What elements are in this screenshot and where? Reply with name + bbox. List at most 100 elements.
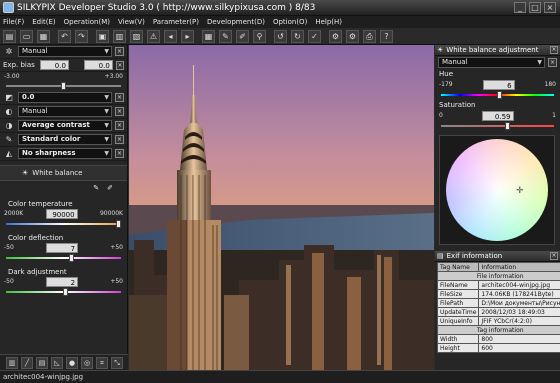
gray-picker-icon[interactable]: ✐ [236,29,249,43]
gamma-reset-button[interactable]: × [115,93,124,102]
open-file-icon[interactable]: ▤ [3,29,16,43]
menu-option[interactable]: Option(O) [273,18,307,26]
wb-gray-dropper-icon[interactable]: ✐ [107,184,113,192]
dark-adjustment-input[interactable]: 2 [46,276,79,287]
close-button[interactable]: × [544,2,556,13]
hue-slider[interactable] [441,90,554,100]
exp-bias-input[interactable]: 0.0 [40,60,69,70]
color-temperature-slider[interactable] [6,219,121,229]
grid-icon[interactable]: ▦ [202,29,215,43]
taste-reset-button[interactable]: × [115,47,124,56]
hue-min: -179 [439,81,453,88]
hue-input[interactable]: 6 [482,79,515,90]
maximize-button[interactable]: □ [529,2,541,13]
saturation-max: 1 [552,112,556,119]
gamma-select[interactable]: 0.0 ▼ [18,92,112,103]
color-picker-icon[interactable]: ✎ [219,29,232,43]
menu-help[interactable]: Help(H) [315,18,342,26]
table-row: FileSize 174.06KB (178241Byte) [436,289,560,299]
gamma-row: ◩ 0.0 ▼ × [0,91,127,105]
menu-view[interactable]: View(V) [118,18,145,26]
col-tag-name[interactable]: Tag Name [436,262,480,272]
sharpness-select[interactable]: No sharpness ▼ [18,148,112,159]
crosshair-icon[interactable]: ✛ [516,186,524,196]
print-icon[interactable]: ⎙ [363,29,376,43]
color-deflection-slider[interactable] [6,253,121,263]
open-folder-icon[interactable]: ▭ [20,29,33,43]
wb-mode-reset-button[interactable]: × [548,58,557,67]
saturation-min: 0 [439,112,443,119]
contrast-icon[interactable]: ◑ [3,120,15,131]
wb-dropper-icon[interactable]: ✎ [93,184,99,192]
undo-icon[interactable]: ↶ [58,29,71,43]
exp-bias-input-2[interactable]: 0.0 [83,60,113,70]
exp-bias-row: Exp. bias 0.0 0.0 × [0,59,127,72]
wb-mode-select[interactable]: Manual ▼ [438,57,545,68]
color-select[interactable]: Standard color ▼ [18,134,112,145]
lens-icon[interactable]: ◎ [81,356,93,369]
rotate-left-icon[interactable]: ↺ [274,29,287,43]
menu-parameter[interactable]: Parameter(P) [153,18,199,26]
color-deflection-slider-knob[interactable] [68,254,74,262]
image-viewer[interactable] [129,45,434,370]
color-wheel[interactable]: ✛ [439,135,555,245]
compare-view-icon[interactable]: ▧ [130,29,143,43]
next-image-icon[interactable]: ▸ [181,29,194,43]
exp-bias-reset-button[interactable]: × [115,60,125,70]
sharpness-icon[interactable]: ◭ [3,148,15,159]
window-title: SILKYPIX Developer Studio 3.0 ( http://w… [17,2,316,13]
graph-icon[interactable]: ◺ [51,356,63,369]
menu-file[interactable]: File(F) [3,18,24,26]
exif-panel-close-button[interactable]: × [550,252,558,260]
tone-curve-icon[interactable]: ╱ [21,356,33,369]
wb-panel-close-button[interactable]: × [550,46,558,54]
save-icon[interactable]: ▦ [37,29,50,43]
check-icon[interactable]: ✓ [308,29,321,43]
crop-icon[interactable]: ⌗ [96,356,108,369]
batch-develop-icon[interactable]: ⚙ [346,29,359,43]
single-view-icon[interactable]: ▣ [96,29,109,43]
warning-icon[interactable]: ⚠ [147,29,160,43]
saturation-input[interactable]: 0.59 [481,110,514,121]
contrast-select[interactable]: Average contrast ▼ [18,120,112,131]
exp-bias-slider[interactable] [6,81,121,91]
gamma-icon[interactable]: ◩ [3,92,15,103]
color-icon[interactable]: ✎ [3,134,15,145]
gear-icon[interactable]: ✲ [3,46,15,57]
redo-icon[interactable]: ↷ [75,29,88,43]
sphere-icon[interactable]: ● [66,356,78,369]
thumbnail-view-icon[interactable]: ▥ [113,29,126,43]
exp-bias-max: +3.00 [104,73,123,80]
tone-select[interactable]: Manual ▼ [18,106,112,117]
menu-operation[interactable]: Operation(M) [64,18,110,26]
dark-adjustment-slider[interactable] [6,287,121,297]
minimize-button[interactable]: _ [514,2,526,13]
resize-icon[interactable]: ⤡ [111,356,123,369]
help-icon[interactable]: ? [380,29,393,43]
dropper-icon[interactable]: ⚲ [253,29,266,43]
sharpness-reset-button[interactable]: × [115,149,124,158]
dark-adjustment-slider-knob[interactable] [62,288,68,296]
exp-bias-slider-knob[interactable] [60,82,66,90]
taste-select[interactable]: Manual ▼ [18,46,112,57]
color-deflection-input[interactable]: 7 [46,242,79,253]
color-reset-button[interactable]: × [115,135,124,144]
tone-icon[interactable]: ◐ [3,106,15,117]
exp-bias-min: -3.00 [4,73,20,80]
rotate-right-icon[interactable]: ↻ [291,29,304,43]
histogram-icon[interactable]: ▥ [6,356,18,369]
saturation-slider[interactable] [441,121,554,131]
prev-image-icon[interactable]: ◂ [164,29,177,43]
levels-icon[interactable]: ▤ [36,356,48,369]
tone-reset-button[interactable]: × [115,107,124,116]
color-temperature-slider-knob[interactable] [115,220,121,228]
contrast-reset-button[interactable]: × [115,121,124,130]
saturation-slider-knob[interactable] [504,122,510,130]
develop-icon[interactable]: ⚙ [329,29,342,43]
tab-white-balance[interactable]: ☀ White balance [0,165,127,181]
menu-edit[interactable]: Edit(E) [32,18,55,26]
hue-slider-knob[interactable] [496,91,502,99]
color-temperature-input[interactable]: 90000 [45,208,78,219]
menu-development[interactable]: Development(D) [207,18,265,26]
col-information[interactable]: Information [478,262,560,272]
